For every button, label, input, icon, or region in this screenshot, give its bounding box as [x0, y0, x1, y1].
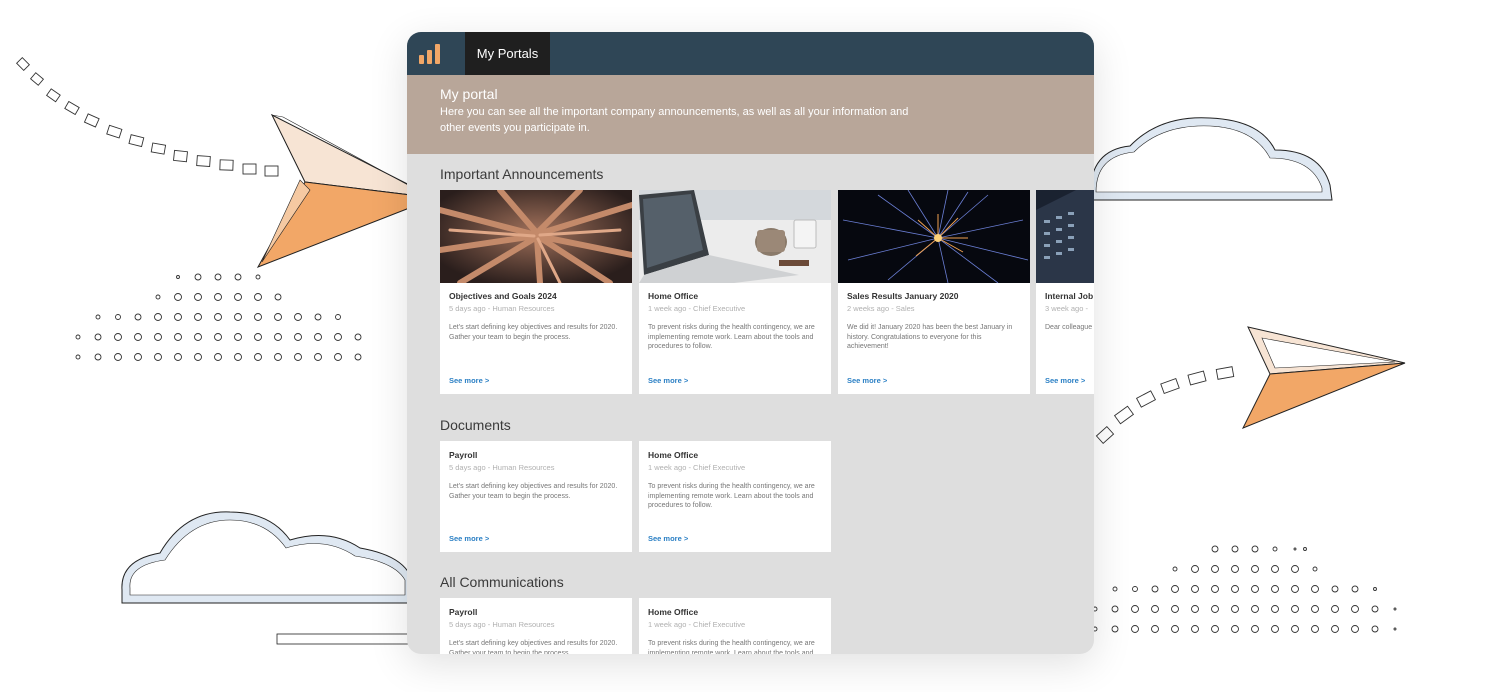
card-text: To prevent risks during the health conti…	[648, 324, 815, 350]
announcement-card[interactable]: Sales Results January 2020 2 weeks ago -…	[838, 190, 1030, 394]
laptop-coffee-photo	[639, 190, 831, 283]
paper-plane-right	[1241, 326, 1406, 429]
card-text: To prevent risks during the health conti…	[648, 483, 815, 509]
section-title-announcements: Important Announcements	[440, 166, 604, 182]
card-title: Objectives and Goals 2024	[449, 291, 557, 301]
card-title: Home Office	[648, 607, 699, 617]
card-title: Internal Job	[1045, 291, 1094, 301]
card-meta: 1 week ago - Chief Executive	[648, 620, 746, 629]
document-card[interactable]: Home Office 1 week ago - Chief Executive…	[639, 441, 831, 552]
see-more-link[interactable]: See more >	[648, 376, 688, 385]
tab-my-portals[interactable]: My Portals	[465, 32, 550, 75]
section-title-communications: All Communications	[440, 574, 564, 590]
portal-header: My portal Here you can see all the impor…	[407, 75, 1094, 154]
portal-window: My Portals My portal Here you can see al…	[407, 32, 1094, 654]
card-meta: 1 week ago - Chief Executive	[648, 463, 746, 472]
cloud-bottom-left	[121, 511, 418, 645]
page-description: Here you can see all the important compa…	[440, 106, 909, 134]
card-text: To prevent risks during the health conti…	[648, 640, 815, 654]
card-meta: 5 days ago - Human Resources	[449, 620, 555, 629]
see-more-link[interactable]: See more >	[449, 376, 489, 385]
card-title: Home Office	[648, 291, 699, 301]
see-more-link[interactable]: See more >	[847, 376, 887, 385]
page-title: My portal	[440, 86, 498, 102]
card-text: Let's start defining key objectives and …	[449, 483, 618, 500]
communication-card[interactable]: Payroll 5 days ago - Human Resources Let…	[440, 598, 632, 654]
top-nav-bar: My Portals	[407, 32, 1094, 75]
fireworks-photo	[838, 190, 1030, 283]
bar-chart-icon[interactable]	[419, 44, 441, 64]
see-more-link[interactable]: See more >	[1045, 376, 1085, 385]
card-text: We did it! January 2020 has been the bes…	[847, 324, 1013, 350]
card-meta: 3 week ago -	[1045, 304, 1088, 313]
card-meta: 5 days ago - Human Resources	[449, 463, 555, 472]
announcement-card[interactable]: Objectives and Goals 2024 5 days ago - H…	[440, 190, 632, 394]
card-meta: 1 week ago - Chief Executive	[648, 304, 746, 313]
communication-card[interactable]: Home Office 1 week ago - Chief Executive…	[639, 598, 831, 654]
card-title: Payroll	[449, 607, 478, 617]
dot-pattern-right	[1092, 545, 1397, 633]
document-card[interactable]: Payroll 5 days ago - Human Resources Let…	[440, 441, 632, 552]
team-hands-photo	[440, 190, 632, 283]
see-more-link[interactable]: See more >	[648, 534, 688, 543]
see-more-link[interactable]: See more >	[449, 534, 489, 543]
announcement-card[interactable]: Internal Job 3 week ago - Dear colleague…	[1036, 190, 1094, 394]
building-photo	[1036, 190, 1094, 283]
dashed-trail-left	[15, 56, 279, 177]
card-text: Let's start defining key objectives and …	[449, 324, 618, 341]
dashed-trail-right	[1095, 366, 1235, 445]
section-title-documents: Documents	[440, 417, 511, 433]
card-meta: 2 weeks ago - Sales	[847, 304, 915, 313]
card-text: Dear colleague openings withi	[1045, 324, 1094, 331]
card-title: Sales Results January 2020	[847, 291, 959, 301]
announcement-card[interactable]: Home Office 1 week ago - Chief Executive…	[639, 190, 831, 394]
card-title: Home Office	[648, 450, 699, 460]
dot-pattern-left	[75, 273, 362, 361]
cloud-top-right	[1089, 117, 1333, 201]
card-meta: 5 days ago - Human Resources	[449, 304, 555, 313]
card-text: Let's start defining key objectives and …	[449, 640, 618, 654]
card-title: Payroll	[449, 450, 478, 460]
